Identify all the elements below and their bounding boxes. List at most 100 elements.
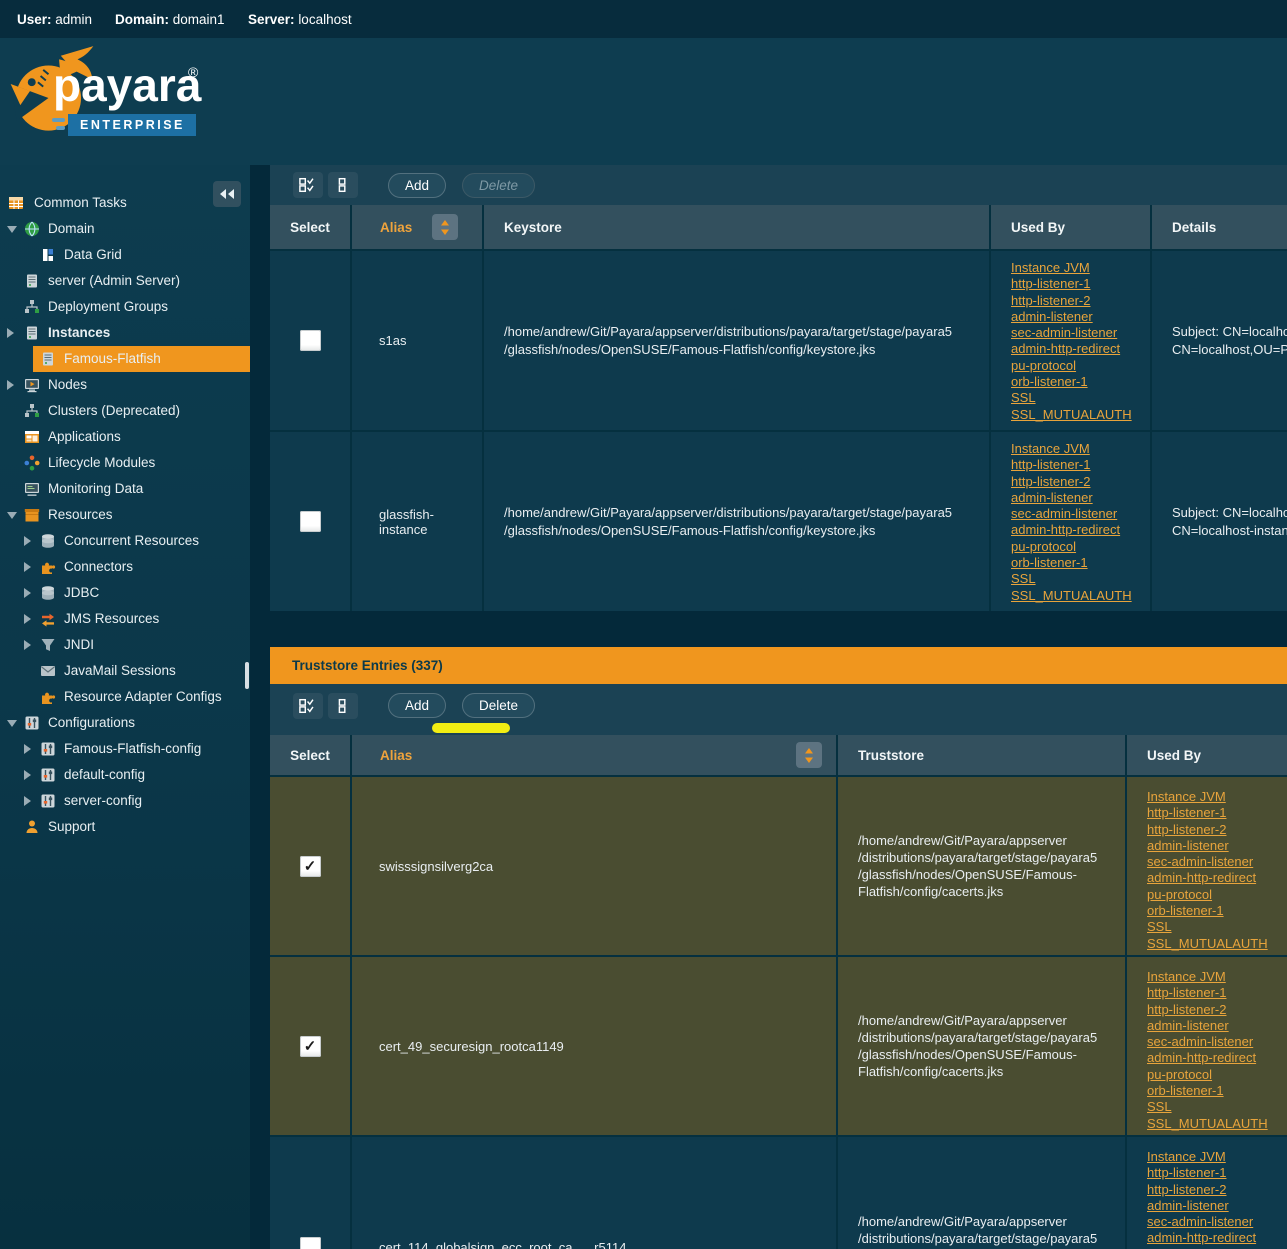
chevron-right-icon[interactable] xyxy=(24,588,31,598)
used-by-link[interactable]: SSL_MUTUALAUTH xyxy=(1147,1116,1287,1132)
sidebar-item-domain[interactable]: Domain xyxy=(0,216,250,242)
used-by-link[interactable]: http-listener-1 xyxy=(1147,1165,1287,1181)
used-by-link[interactable]: SSL_MUTUALAUTH xyxy=(1011,407,1150,423)
chevron-right-icon[interactable] xyxy=(24,796,31,806)
used-by-link[interactable]: http-listener-1 xyxy=(1147,985,1287,1001)
keystore-add-button[interactable]: Add xyxy=(388,173,446,198)
used-by-link[interactable]: pu-protocol xyxy=(1011,358,1150,374)
deselect-all-button[interactable] xyxy=(328,172,358,198)
chevron-down-icon[interactable] xyxy=(7,720,17,727)
used-by-link[interactable]: admin-listener xyxy=(1011,490,1150,506)
sidebar-item-default-config[interactable]: default-config xyxy=(0,762,250,788)
sidebar-item-support[interactable]: Support xyxy=(0,814,250,840)
sidebar-item-server-admin-server[interactable]: server (Admin Server) xyxy=(0,268,250,294)
used-by-link[interactable]: pu-protocol xyxy=(1011,539,1150,555)
used-by-link[interactable]: http-listener-2 xyxy=(1147,822,1287,838)
used-by-link[interactable]: SSL_MUTUALAUTH xyxy=(1147,936,1287,952)
used-by-link[interactable]: SSL xyxy=(1011,571,1150,587)
sidebar-item-server-config[interactable]: server-config xyxy=(0,788,250,814)
chevron-down-icon[interactable] xyxy=(7,226,17,233)
used-by-link[interactable]: sec-admin-listener xyxy=(1147,1214,1287,1230)
chevron-right-icon[interactable] xyxy=(24,536,31,546)
sidebar-scrollbar-handle[interactable] xyxy=(245,662,249,689)
sidebar-item-javamail-sessions[interactable]: JavaMail Sessions xyxy=(0,658,250,684)
row-checkbox[interactable] xyxy=(300,511,321,532)
sidebar-item-data-grid[interactable]: Data Grid xyxy=(0,242,250,268)
used-by-link[interactable]: SSL xyxy=(1011,390,1150,406)
sidebar-item-jdbc[interactable]: JDBC xyxy=(0,580,250,606)
used-by-link[interactable]: Instance JVM xyxy=(1147,789,1287,805)
used-by-link[interactable]: Instance JVM xyxy=(1011,260,1150,276)
chevron-down-icon[interactable] xyxy=(7,512,17,519)
used-by-link[interactable]: sec-admin-listener xyxy=(1011,506,1150,522)
used-by-link[interactable]: http-listener-1 xyxy=(1011,276,1150,292)
row-checkbox[interactable] xyxy=(300,330,321,351)
used-by-link[interactable]: Instance JVM xyxy=(1011,441,1150,457)
column-header-alias[interactable]: Alias xyxy=(352,205,482,249)
sort-alias-button[interactable] xyxy=(432,214,458,240)
truststore-delete-button[interactable]: Delete xyxy=(462,693,535,718)
used-by-link[interactable]: SSL_MUTUALAUTH xyxy=(1011,588,1150,604)
chevron-right-icon[interactable] xyxy=(24,770,31,780)
sidebar-item-nodes[interactable]: Nodes xyxy=(0,372,250,398)
sidebar-item-resources[interactable]: Resources xyxy=(0,502,250,528)
used-by-link[interactable]: pu-protocol xyxy=(1147,1067,1287,1083)
chevron-right-icon[interactable] xyxy=(24,562,31,572)
row-checkbox[interactable] xyxy=(300,1036,321,1057)
used-by-link[interactable]: admin-http-redirect xyxy=(1147,1050,1287,1066)
sidebar-item-lifecycle-modules[interactable]: Lifecycle Modules xyxy=(0,450,250,476)
used-by-link[interactable]: sec-admin-listener xyxy=(1147,1034,1287,1050)
truststore-add-button[interactable]: Add xyxy=(388,693,446,718)
used-by-link[interactable]: orb-listener-1 xyxy=(1011,555,1150,571)
used-by-link[interactable]: orb-listener-1 xyxy=(1147,903,1287,919)
used-by-link[interactable]: admin-http-redirect xyxy=(1011,341,1150,357)
used-by-link[interactable]: admin-listener xyxy=(1011,309,1150,325)
used-by-link[interactable]: Instance JVM xyxy=(1147,1149,1287,1165)
sidebar-item-applications[interactable]: Applications xyxy=(0,424,250,450)
used-by-link[interactable]: sec-admin-listener xyxy=(1147,854,1287,870)
sidebar-item-connectors[interactable]: Connectors xyxy=(0,554,250,580)
select-all-button[interactable] xyxy=(293,693,323,719)
keystore-delete-button[interactable]: Delete xyxy=(462,173,535,198)
used-by-link[interactable]: orb-listener-1 xyxy=(1011,374,1150,390)
column-header-alias[interactable]: Alias xyxy=(352,735,836,775)
used-by-link[interactable]: orb-listener-1 xyxy=(1147,1083,1287,1099)
sidebar-item-concurrent-resources[interactable]: Concurrent Resources xyxy=(0,528,250,554)
sidebar-item-famous-flatfish-config[interactable]: Famous-Flatfish-config xyxy=(0,736,250,762)
used-by-link[interactable]: admin-http-redirect xyxy=(1147,870,1287,886)
used-by-link[interactable]: admin-listener xyxy=(1147,1198,1287,1214)
row-checkbox[interactable] xyxy=(300,1237,321,1249)
used-by-link[interactable]: admin-http-redirect xyxy=(1147,1230,1287,1246)
used-by-link[interactable]: sec-admin-listener xyxy=(1011,325,1150,341)
used-by-link[interactable]: http-listener-2 xyxy=(1011,474,1150,490)
deselect-all-button[interactable] xyxy=(328,693,358,719)
sidebar-item-clusters-deprecated[interactable]: Clusters (Deprecated) xyxy=(0,398,250,424)
sidebar-item-famous-flatfish[interactable]: Famous-Flatfish xyxy=(0,346,250,372)
used-by-link[interactable]: http-listener-2 xyxy=(1147,1182,1287,1198)
sidebar-item-monitoring-data[interactable]: Monitoring Data xyxy=(0,476,250,502)
used-by-link[interactable]: SSL xyxy=(1147,919,1287,935)
select-all-button[interactable] xyxy=(293,172,323,198)
used-by-link[interactable]: admin-listener xyxy=(1147,838,1287,854)
sidebar-item-resource-adapter-configs[interactable]: Resource Adapter Configs xyxy=(0,684,250,710)
sidebar-item-deployment-groups[interactable]: Deployment Groups xyxy=(0,294,250,320)
sidebar-item-common-tasks[interactable]: Common Tasks xyxy=(0,190,250,216)
row-checkbox[interactable] xyxy=(300,856,321,877)
used-by-link[interactable]: pu-protocol xyxy=(1147,887,1287,903)
used-by-link[interactable]: http-listener-2 xyxy=(1147,1002,1287,1018)
sort-alias-button[interactable] xyxy=(796,742,822,768)
sidebar-item-configurations[interactable]: Configurations xyxy=(0,710,250,736)
sidebar-item-jms-resources[interactable]: JMS Resources xyxy=(0,606,250,632)
chevron-right-icon[interactable] xyxy=(24,640,31,650)
chevron-right-icon[interactable] xyxy=(24,744,31,754)
used-by-link[interactable]: admin-listener xyxy=(1147,1018,1287,1034)
sidebar-item-instances[interactable]: Instances xyxy=(0,320,250,346)
chevron-right-icon[interactable] xyxy=(7,328,14,338)
used-by-link[interactable]: Instance JVM xyxy=(1147,969,1287,985)
used-by-link[interactable]: admin-http-redirect xyxy=(1011,522,1150,538)
chevron-right-icon[interactable] xyxy=(24,614,31,624)
used-by-link[interactable]: SSL xyxy=(1147,1099,1287,1115)
used-by-link[interactable]: http-listener-2 xyxy=(1011,293,1150,309)
used-by-link[interactable]: http-listener-1 xyxy=(1011,457,1150,473)
chevron-right-icon[interactable] xyxy=(7,380,14,390)
